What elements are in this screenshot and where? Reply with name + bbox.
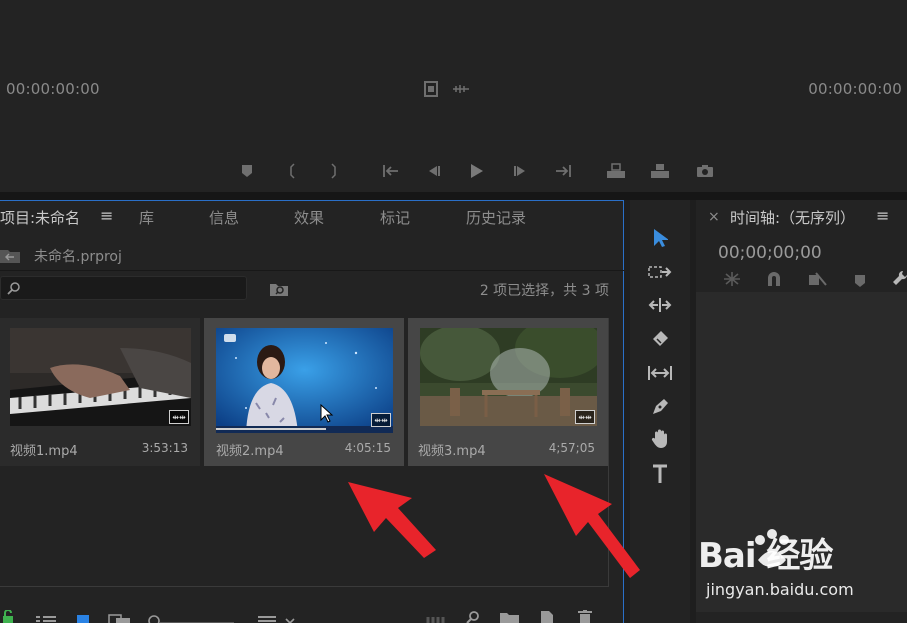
extract-icon[interactable] bbox=[649, 160, 671, 182]
ripple-edit-tool-icon[interactable] bbox=[645, 291, 675, 319]
timeline-timecode[interactable]: 00;00;00;00 bbox=[718, 243, 822, 263]
nest-sequence-icon[interactable] bbox=[723, 271, 741, 291]
clip-thumbnail-2[interactable]: ⇹⇹ bbox=[216, 328, 393, 433]
track-select-tool-icon[interactable] bbox=[645, 258, 675, 286]
step-back-icon[interactable] bbox=[422, 160, 444, 182]
project-search-input[interactable] bbox=[0, 276, 247, 300]
zoom-slider[interactable] bbox=[148, 612, 236, 623]
baidu-watermark-url: jingyan.baidu.com bbox=[706, 580, 854, 599]
freeform-view-icon[interactable] bbox=[108, 611, 132, 623]
add-marker-icon[interactable] bbox=[236, 160, 258, 182]
timeline-title[interactable]: 时间轴:（无序列） bbox=[730, 207, 855, 228]
mark-in-icon[interactable] bbox=[282, 160, 304, 182]
selection-tool-icon[interactable] bbox=[645, 224, 675, 252]
tab-info[interactable]: 信息 bbox=[209, 207, 239, 228]
clip-duration-3: 4;57;05 bbox=[548, 441, 595, 455]
new-item-icon[interactable] bbox=[540, 609, 554, 623]
audio-badge-icon: ⇹⇹ bbox=[169, 410, 189, 424]
automate-to-sequence-icon[interactable] bbox=[426, 612, 446, 623]
go-to-out-icon[interactable] bbox=[552, 160, 574, 182]
clip-name-3: 视频3.mp4 bbox=[418, 444, 486, 459]
tab-history[interactable]: 历史记录 bbox=[466, 207, 526, 228]
search-text-field[interactable] bbox=[25, 279, 240, 297]
clip-duration-1: 3:53:13 bbox=[141, 441, 188, 455]
razor-tool-icon[interactable] bbox=[645, 325, 675, 353]
sort-icons-icon[interactable] bbox=[258, 612, 300, 623]
find-bin-icon[interactable] bbox=[270, 281, 288, 300]
panel-divider[interactable] bbox=[0, 192, 907, 200]
timeline-menu-icon[interactable]: ≡ bbox=[876, 206, 889, 225]
timeline-marker-icon[interactable] bbox=[854, 273, 866, 292]
type-tool-icon[interactable] bbox=[645, 460, 675, 488]
monitor-timecode-right[interactable]: 00:00:00:00 bbox=[808, 80, 902, 98]
premiere-window: 00:00:00:00 00:00:00:00 项目:未命名 ≡ 库 信息 效果… bbox=[0, 0, 907, 623]
project-file-name: 未命名.prproj bbox=[34, 249, 122, 265]
snap-magnet-icon[interactable] bbox=[766, 271, 782, 291]
clip-thumbnail-1[interactable]: ⇹⇹ bbox=[10, 328, 191, 426]
red-arrow-annotation-icon bbox=[348, 482, 436, 558]
slip-tool-icon[interactable] bbox=[645, 359, 675, 387]
project-folder-icon[interactable] bbox=[0, 246, 22, 268]
play-icon[interactable] bbox=[465, 160, 487, 182]
hand-tool-icon[interactable] bbox=[645, 425, 675, 453]
linked-selection-icon[interactable] bbox=[808, 271, 828, 291]
safe-margins-icon[interactable] bbox=[420, 78, 442, 100]
timeline-close-icon[interactable]: × bbox=[708, 209, 720, 225]
trash-icon[interactable] bbox=[578, 609, 592, 623]
selection-status: 2 项已选择，共 3 项 bbox=[479, 283, 609, 299]
go-to-in-icon[interactable] bbox=[380, 160, 402, 182]
horizontal-scrollbar[interactable] bbox=[0, 586, 609, 587]
wrench-settings-icon[interactable] bbox=[892, 270, 907, 290]
tab-library[interactable]: 库 bbox=[139, 207, 154, 228]
monitor-timecode-left[interactable]: 00:00:00:00 bbox=[6, 80, 100, 98]
garden-thumbnail-icon bbox=[420, 328, 597, 426]
clip-thumbnail-3[interactable]: ⇹⇹ bbox=[420, 328, 597, 426]
baidu-paw-icon bbox=[755, 529, 789, 567]
mark-out-icon[interactable] bbox=[322, 160, 344, 182]
list-view-icon[interactable] bbox=[36, 612, 56, 623]
find-icon[interactable] bbox=[466, 609, 480, 623]
program-monitor: 00:00:00:00 00:00:00:00 bbox=[0, 0, 907, 192]
tab-effects[interactable]: 效果 bbox=[294, 207, 324, 228]
export-frame-camera-icon[interactable] bbox=[694, 160, 716, 182]
clip-card-3[interactable]: ⇹⇹ 视频3.mp4 4;57;05 bbox=[408, 318, 608, 466]
clip-duration-2: 4:05:15 bbox=[344, 441, 391, 455]
clip-card-1[interactable]: ⇹⇹ 视频1.mp4 3:53:13 bbox=[0, 318, 200, 466]
audio-badge-icon: ⇹⇹ bbox=[575, 410, 595, 424]
singer-thumbnail-icon bbox=[216, 328, 393, 433]
icon-view-icon[interactable] bbox=[76, 611, 90, 623]
lift-icon[interactable] bbox=[605, 160, 627, 182]
search-icon bbox=[7, 282, 20, 295]
mouse-cursor-icon bbox=[320, 404, 334, 423]
audio-badge-icon: ⇹⇹ bbox=[371, 413, 391, 427]
clip-name-2: 视频2.mp4 bbox=[216, 444, 284, 459]
lock-icon[interactable] bbox=[2, 609, 14, 623]
new-bin-icon[interactable] bbox=[500, 610, 520, 623]
project-panel-menu-icon[interactable]: ≡ bbox=[100, 206, 113, 225]
clip-card-2[interactable]: ⇹⇹ 视频2.mp4 4:05:15 bbox=[204, 318, 404, 466]
pen-tool-icon[interactable] bbox=[645, 393, 675, 421]
audio-waveform-icon[interactable] bbox=[450, 78, 472, 100]
tab-project[interactable]: 项目:未命名 bbox=[0, 207, 80, 228]
piano-thumbnail-icon bbox=[10, 328, 191, 426]
red-arrow-annotation-icon bbox=[544, 474, 640, 578]
clip-name-1: 视频1.mp4 bbox=[10, 444, 78, 459]
divider bbox=[0, 270, 624, 271]
tab-markers[interactable]: 标记 bbox=[380, 207, 410, 228]
step-forward-icon[interactable] bbox=[510, 160, 532, 182]
